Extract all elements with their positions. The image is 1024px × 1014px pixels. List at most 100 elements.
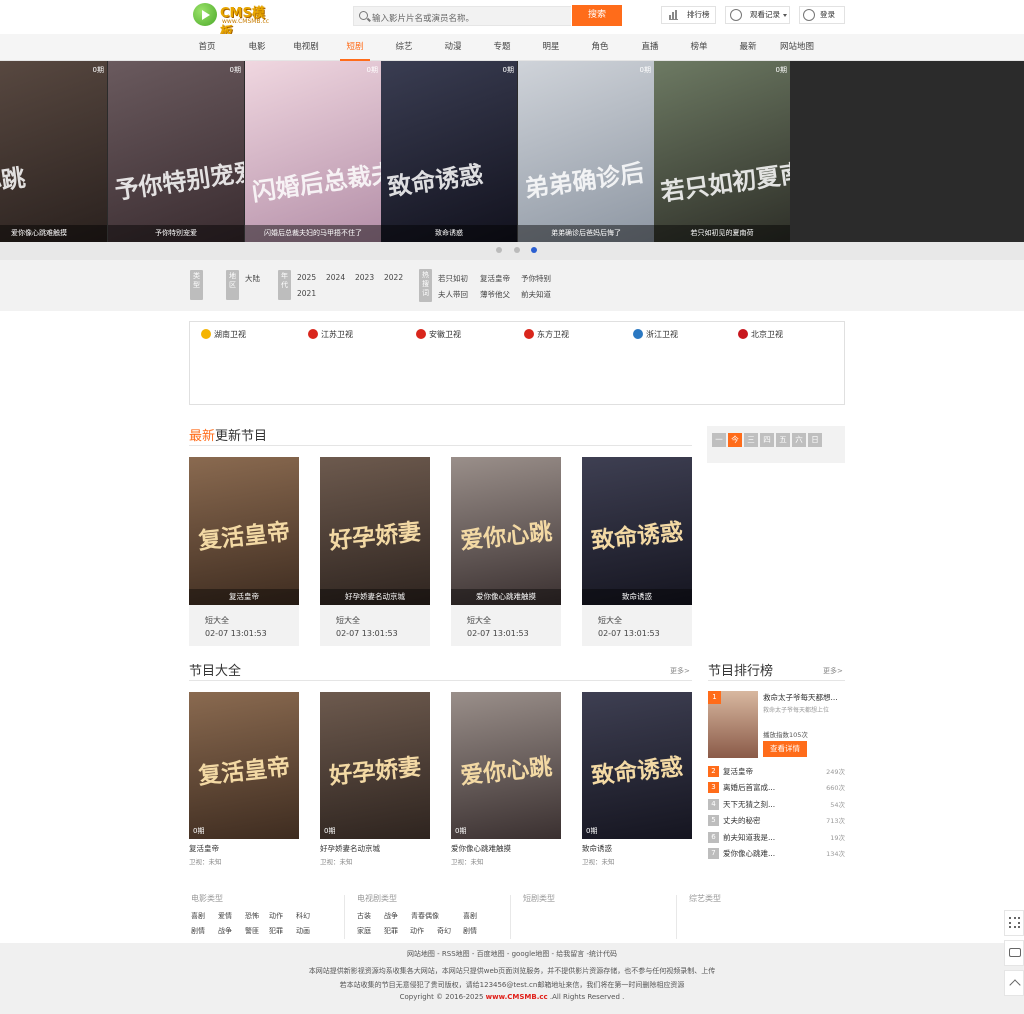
poster-image[interactable]: 好孕娇妻 0期 [320, 692, 430, 839]
carousel-dot-active[interactable] [531, 247, 537, 253]
filter-year-option[interactable]: 2025 [297, 273, 316, 282]
carousel-dot[interactable] [496, 247, 502, 253]
footer-cat-link[interactable]: 剧情 [191, 926, 205, 936]
footer-cat-link[interactable]: 恐怖 [245, 911, 259, 921]
nav-item[interactable]: 动漫 [438, 34, 468, 61]
footer-cat-link[interactable]: 科幻 [296, 911, 310, 921]
search-button[interactable]: 搜索 [572, 5, 622, 26]
footer-cat-link[interactable]: 剧情 [463, 926, 477, 936]
latest-card[interactable]: 致命诱惑 致命诱惑 短大全 02-07 13:01:53 [582, 457, 692, 646]
nav-item[interactable]: 综艺 [389, 34, 419, 61]
channel-item[interactable]: 东方卫视 [524, 329, 569, 340]
footer-cat-link[interactable]: 古装 [357, 911, 371, 921]
ranking-top-poster[interactable]: 1 [708, 691, 758, 758]
hot-word[interactable]: 前夫知道 [521, 289, 551, 300]
latest-card[interactable]: 好孕娇妻 好孕娇妻名动京城 短大全 02-07 13:01:53 [320, 457, 430, 646]
ranking-more-link[interactable]: 更多> [823, 666, 843, 676]
view-details-button[interactable]: 查看详情 [763, 741, 807, 757]
program-card[interactable]: 好孕娇妻 0期 好孕娇妻名动京城 卫视：未知 [320, 692, 430, 867]
footer-cat-link[interactable]: 家庭 [357, 926, 371, 936]
footer-cat-link[interactable]: 爱情 [218, 911, 232, 921]
rank-button[interactable]: 排行榜 [661, 6, 716, 24]
program-title[interactable]: 复活皇帝 [189, 843, 219, 854]
nav-item[interactable]: 电影 [242, 34, 272, 61]
footer-cat-link[interactable]: 喜剧 [191, 911, 205, 921]
nav-item[interactable]: 榜单 [684, 34, 714, 61]
ranking-item[interactable]: 4 天下无猜之刻... 54次 [708, 798, 845, 811]
poster-image[interactable]: 爱你心跳 0期 [451, 692, 561, 839]
channel-item[interactable]: 浙江卫视 [633, 329, 678, 340]
latest-card[interactable]: 复活皇帝 复活皇帝 短大全 02-07 13:01:53 [189, 457, 299, 646]
channel-item[interactable]: 北京卫视 [738, 329, 783, 340]
weekday-tab[interactable]: 五 [776, 433, 790, 447]
channel-item[interactable]: 江苏卫视 [308, 329, 353, 340]
banner-slide[interactable]: 弟弟确诊后 0期 弟弟确诊后爸妈后悔了 [518, 61, 654, 242]
banner-slide[interactable]: 予你特别宠爱 0期 予你特别宠爱 [108, 61, 244, 242]
poster-image[interactable]: 爱你心跳 爱你像心跳难触摸 [451, 457, 561, 605]
weekday-tab[interactable]: 四 [760, 433, 774, 447]
footer-cat-link[interactable]: 动作 [269, 911, 283, 921]
ranking-item[interactable]: 6 前夫知道我是... 19次 [708, 831, 845, 844]
banner-slide[interactable]: 闪婚后总裁夫妇 0期 闪婚后总裁夫妇的马甲捂不住了 [245, 61, 381, 242]
nav-item[interactable]: 明星 [536, 34, 566, 61]
history-button[interactable]: 观看记录 [725, 6, 790, 24]
ranking-item[interactable]: 2 复活皇帝 249次 [708, 766, 845, 778]
latest-card[interactable]: 爱你心跳 爱你像心跳难触摸 短大全 02-07 13:01:53 [451, 457, 561, 646]
poster-image[interactable]: 复活皇帝 复活皇帝 [189, 457, 299, 605]
program-title[interactable]: 好孕娇妻名动京城 [320, 843, 380, 854]
nav-item[interactable]: 首页 [192, 34, 222, 61]
site-logo[interactable]: CMS模板 www.CMSMB.cc [192, 0, 272, 40]
feedback-button[interactable] [1004, 940, 1024, 966]
hot-word[interactable]: 夫人带回 [438, 289, 468, 300]
program-title[interactable]: 致命诱惑 [582, 843, 612, 854]
nav-item[interactable]: 直播 [635, 34, 665, 61]
poster-image[interactable]: 致命诱惑 致命诱惑 [582, 457, 692, 605]
footer-cat-link[interactable]: 犯罪 [269, 926, 283, 936]
nav-item[interactable]: 电视剧 [291, 34, 321, 61]
channel-item[interactable]: 安徽卫视 [416, 329, 461, 340]
ranking-item[interactable]: 7 爱你像心跳难... 134次 [708, 848, 845, 860]
program-card[interactable]: 爱你心跳 0期 爱你像心跳难触摸 卫视：未知 [451, 692, 561, 867]
login-button[interactable]: 登录 [799, 6, 845, 24]
channel-item[interactable]: 湖南卫视 [201, 329, 246, 340]
footer-cat-link[interactable]: 动作 [410, 926, 424, 936]
hot-word[interactable]: 若只如初 [438, 273, 468, 284]
weekday-tab[interactable]: 今 [728, 433, 742, 447]
weekday-tab[interactable]: 六 [792, 433, 806, 447]
program-card[interactable]: 致命诱惑 0期 致命诱惑 卫视：未知 [582, 692, 692, 867]
footer-cat-link[interactable]: 喜剧 [463, 911, 477, 921]
banner-slide[interactable]: 致命诱惑 0期 致命诱惑 [381, 61, 517, 242]
filter-year-option[interactable]: 2023 [355, 273, 374, 282]
nav-item[interactable]: 专题 [487, 34, 517, 61]
poster-image[interactable]: 致命诱惑 0期 [582, 692, 692, 839]
weekday-tab[interactable]: 日 [808, 433, 822, 447]
hot-word[interactable]: 复活皇帝 [480, 273, 510, 284]
search-input[interactable]: 输入影片片名或演员名称。 [353, 6, 571, 26]
program-card[interactable]: 复活皇帝 0期 复活皇帝 卫视：未知 [189, 692, 299, 867]
banner-slide[interactable]: 心跳 0期 爱你像心跳难触摸 [0, 61, 107, 242]
filter-region-option[interactable]: 大陆 [245, 273, 260, 284]
footer-cat-link[interactable]: 战争 [218, 926, 232, 936]
carousel-dot[interactable] [514, 247, 520, 253]
ranking-top-title[interactable]: 救命太子爷每天都想... [763, 692, 838, 703]
banner-slide[interactable]: 若只如初夏南荷 0期 若只如初见的夏南荷 [654, 61, 790, 242]
poster-image[interactable]: 好孕娇妻 好孕娇妻名动京城 [320, 457, 430, 605]
weekday-tab[interactable]: 一 [712, 433, 726, 447]
all-more-link[interactable]: 更多> [670, 666, 690, 676]
poster-image[interactable]: 复活皇帝 0期 [189, 692, 299, 839]
banner-carousel[interactable]: 心跳 0期 爱你像心跳难触摸 予你特别宠爱 0期 予你特别宠爱 闪婚后总裁夫妇 0期 闪婚后总裁… [0, 61, 1024, 242]
back-to-top-button[interactable] [1004, 970, 1024, 996]
filter-year-option[interactable]: 2021 [297, 289, 316, 298]
nav-item[interactable]: 短剧 [340, 34, 370, 61]
nav-item[interactable]: 网站地图 [777, 34, 817, 61]
weekday-tab[interactable]: 三 [744, 433, 758, 447]
footer-cat-link[interactable]: 奇幻 [437, 926, 451, 936]
qrcode-button[interactable] [1004, 910, 1024, 936]
nav-item[interactable]: 角色 [585, 34, 615, 61]
filter-year-option[interactable]: 2022 [384, 273, 403, 282]
footer-links[interactable]: 网站地图 - RSS地图 - 百度地图 - google地图 - 给我留言 -统… [0, 949, 1024, 959]
footer-cat-link[interactable]: 战争 [384, 911, 398, 921]
footer-cat-link[interactable]: 警匪 [245, 926, 259, 936]
ranking-item[interactable]: 3 离婚后首富成... 660次 [708, 782, 845, 794]
nav-item[interactable]: 最新 [733, 34, 763, 61]
